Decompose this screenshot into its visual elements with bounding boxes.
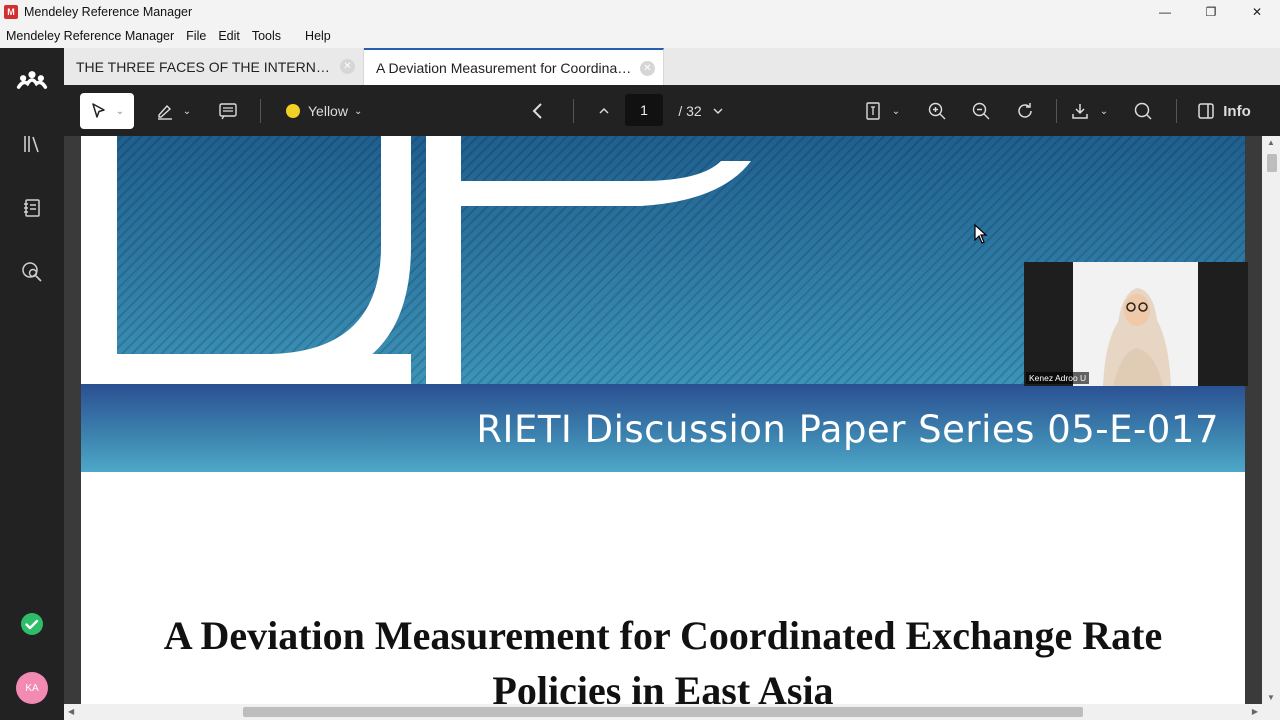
participant-video [1073,262,1198,386]
close-button[interactable]: ✕ [1234,0,1280,24]
pdf-toolbar: ⌄ ⌄ Yellow ⌄ 1 / 32 ⌄ ⌄ Info [64,85,1280,136]
previous-page-icon[interactable] [594,99,614,123]
video-call-overlay[interactable]: Kenez Adroo U [1024,262,1248,386]
highlight-tool-button[interactable]: ⌄ [150,99,196,123]
chevron-down-icon: ⌄ [182,105,192,117]
menu-edit[interactable]: Edit [212,29,246,43]
menu-file[interactable]: File [180,29,212,43]
toolbar-divider [1056,99,1057,123]
highlight-color-label: Yellow [308,103,348,119]
search-icon[interactable] [1131,99,1155,123]
zoom-in-icon[interactable] [925,99,949,123]
note-icon[interactable] [216,99,240,123]
library-icon[interactable] [16,128,48,160]
search-literature-icon[interactable] [16,256,48,288]
pdf-page: RIETI Discussion Paper Series 05-E-017 A… [81,136,1245,704]
left-rail: KA [0,48,64,720]
toolbar-divider [1176,99,1177,123]
vertical-scroll-thumb[interactable] [1267,154,1277,172]
next-page-icon[interactable] [708,99,728,123]
page-total: 32 [686,103,702,119]
toolbar-divider [260,99,261,123]
tab-deviation-measurement[interactable]: A Deviation Measurement for Coordinated … [364,48,664,85]
maximize-button[interactable]: ❐ [1188,0,1234,24]
scroll-right-icon[interactable]: ▶ [1252,707,1258,716]
minimize-button[interactable]: — [1142,0,1188,24]
chevron-down-icon: ⌄ [353,105,363,117]
toolbar-divider [573,99,574,123]
chevron-down-icon: ⌄ [891,105,901,117]
window-title: Mendeley Reference Manager [24,5,193,19]
mouse-cursor-icon [974,223,988,249]
highlight-color-dropdown[interactable]: Yellow ⌄ [286,99,368,123]
tab-bar: THE THREE FACES OF THE INTERNATIONAL COM… [64,48,1280,85]
avatar-initials: KA [16,672,48,704]
mendeley-app-icon: M [4,5,18,19]
yellow-swatch-icon [286,104,300,118]
title-bar: M Mendeley Reference Manager — ❐ ✕ [0,0,1280,24]
tab-label: A Deviation Measurement for Coordinated … [376,59,632,76]
document-title: A Deviation Measurement for Coordinated … [81,608,1245,704]
back-icon[interactable] [526,99,550,123]
mendeley-logo-icon[interactable] [16,64,48,96]
rotate-icon[interactable] [1013,99,1037,123]
menu-bar: Mendeley Reference Manager File Edit Too… [0,24,1280,48]
window-controls: — ❐ ✕ [1142,0,1280,24]
menu-tools[interactable]: Tools [246,29,287,43]
notebook-icon[interactable] [16,192,48,224]
scroll-up-icon[interactable]: ▲ [1267,138,1275,147]
vertical-scrollbar[interactable]: ▲ ▼ [1262,136,1280,704]
tab-label: THE THREE FACES OF THE INTERNATIONAL COM… [76,58,332,75]
series-banner-text: RIETI Discussion Paper Series 05-E-017 [476,408,1219,451]
series-banner: RIETI Discussion Paper Series 05-E-017 [81,384,1245,472]
chevron-down-icon: ⌄ [115,105,125,117]
page-count: / 32 [670,99,710,123]
info-label: Info [1223,102,1251,120]
pdf-viewer[interactable]: RIETI Discussion Paper Series 05-E-017 A… [64,136,1280,704]
horizontal-scroll-thumb[interactable] [243,707,1083,717]
document-title-line-2: Policies in East Asia [492,668,834,704]
tab-three-faces[interactable]: THE THREE FACES OF THE INTERNATIONAL COM… [64,48,364,85]
chevron-down-icon: ⌄ [1099,105,1109,117]
select-tool-button[interactable]: ⌄ [80,93,134,129]
avatar[interactable]: KA [16,672,48,704]
sync-status-icon[interactable] [16,608,48,640]
page-separator: / [678,103,683,119]
scroll-left-icon[interactable]: ◀ [68,707,74,716]
download-button[interactable]: ⌄ [1066,99,1112,123]
menu-help[interactable]: Help [299,29,337,43]
page-number-input[interactable]: 1 [625,94,663,126]
info-panel-button[interactable]: Info [1192,99,1256,123]
close-tab-icon[interactable]: ✕ [640,61,655,76]
close-tab-icon[interactable]: ✕ [340,59,355,74]
zoom-out-icon[interactable] [969,99,993,123]
participant-name: Kenez Adroo U [1026,372,1090,384]
document-title-line-1: A Deviation Measurement for Coordinated … [163,613,1163,658]
page-view-button[interactable]: ⌄ [858,99,906,123]
horizontal-scrollbar[interactable]: ◀ ▶ [64,704,1280,720]
menu-app[interactable]: Mendeley Reference Manager [0,29,180,43]
scroll-down-icon[interactable]: ▼ [1267,693,1275,702]
participant-portrait [1073,262,1198,386]
